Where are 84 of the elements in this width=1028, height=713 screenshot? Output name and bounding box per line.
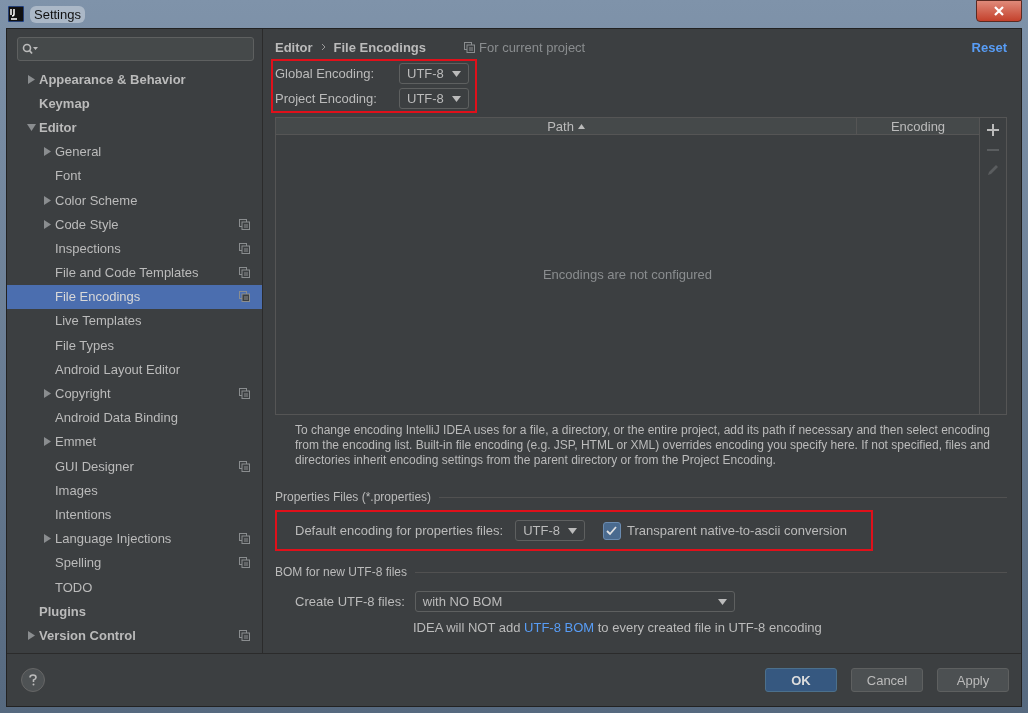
- encoding-dropdown[interactable]: UTF-8: [515, 520, 585, 541]
- tree-item[interactable]: Font: [7, 163, 262, 188]
- tree-item[interactable]: Inspections: [7, 236, 262, 261]
- field-label: Create UTF-8 files:: [295, 594, 405, 609]
- column-header[interactable]: Path: [276, 118, 857, 134]
- caret-icon: [451, 95, 461, 102]
- tree-item[interactable]: Spelling: [7, 550, 262, 575]
- collapsed-arrow-icon[interactable]: [42, 437, 52, 447]
- help-button[interactable]: [21, 668, 45, 692]
- close-button[interactable]: [976, 0, 1022, 22]
- copy-icon: [239, 629, 250, 641]
- tree-item[interactable]: Color Scheme: [7, 187, 262, 213]
- copy-icon: [464, 41, 476, 53]
- help-icon: [29, 674, 37, 686]
- tree-item[interactable]: Emmet: [7, 429, 262, 454]
- copy-icon: [239, 267, 250, 279]
- app-logo-icon: [8, 6, 24, 22]
- tree-item[interactable]: Copyright: [7, 381, 262, 406]
- field-label: Default encoding for properties files:: [295, 523, 504, 538]
- collapsed-arrow-icon[interactable]: [26, 74, 36, 84]
- tree-item[interactable]: Android Data Binding: [7, 405, 262, 430]
- tree-item[interactable]: Version Control: [7, 623, 262, 648]
- caret-icon: [567, 527, 577, 534]
- breadcrumb-item: Editor: [275, 39, 313, 55]
- tree-item[interactable]: File and Code Templates: [7, 260, 262, 285]
- search-field[interactable]: [17, 37, 254, 61]
- bom-link[interactable]: UTF-8 BOM: [524, 620, 595, 635]
- breadcrumb-item: File Encodings: [333, 39, 427, 55]
- window-title: Settings: [30, 5, 85, 23]
- copy-icon: [239, 291, 250, 303]
- encoding-dropdown[interactable]: UTF-8: [399, 88, 469, 109]
- tree-item[interactable]: TODO: [7, 574, 262, 600]
- field-label: Global Encoding:: [275, 66, 375, 81]
- tree-item[interactable]: Keymap: [7, 91, 262, 116]
- encoding-dropdown[interactable]: UTF-8: [399, 63, 469, 84]
- tree-item[interactable]: General: [7, 139, 262, 164]
- tree-item[interactable]: Intentions: [7, 502, 262, 527]
- tree-item[interactable]: Language Injections: [7, 526, 262, 551]
- caret-icon: [717, 598, 727, 605]
- tree-item[interactable]: GUI Designer: [7, 454, 262, 479]
- tree-item[interactable]: Plugins: [7, 599, 262, 624]
- description-text: To change encoding IntelliJ IDEA uses for a file, a directory, or the entire project, add its path if necessary and then select encoding from the encoding list. Built-in file encoding (e.g. JSP, HTML or XML) overrides encoding you specify here. If not specified, files and directories inherit encoding settings from the parent directory or from the Project Encoding.: [295, 423, 991, 468]
- copy-icon: [239, 557, 250, 569]
- dialog-button[interactable]: Apply: [937, 668, 1009, 692]
- caret-icon: [451, 70, 461, 77]
- section-title: Properties Files (*.properties): [275, 490, 432, 504]
- bom-dropdown[interactable]: with NO BOM: [414, 591, 735, 612]
- tree-item[interactable]: Android Layout Editor: [7, 357, 262, 382]
- copy-icon: [239, 242, 250, 254]
- reset-link[interactable]: Reset: [971, 39, 1007, 55]
- section-title: BOM for new UTF-8 files: [275, 565, 408, 579]
- search-icon: [22, 43, 38, 55]
- copy-icon: [239, 218, 250, 230]
- scope-label: For current project: [479, 39, 586, 55]
- info-text: IDEA will NOT add UTF-8 BOM to every created file in UTF-8 encoding: [413, 620, 823, 635]
- tree-item[interactable]: Editor: [7, 115, 262, 140]
- copy-icon: [239, 388, 250, 400]
- tree-item[interactable]: Images: [7, 478, 262, 503]
- checkbox[interactable]: [602, 521, 621, 540]
- collapsed-arrow-icon[interactable]: [42, 389, 52, 399]
- tree-item[interactable]: File Types: [7, 333, 262, 358]
- add-icon[interactable]: [987, 124, 999, 136]
- tree-item[interactable]: File Encodings: [7, 284, 262, 309]
- column-header[interactable]: Encoding: [857, 118, 979, 134]
- ok-button[interactable]: OK: [765, 668, 837, 692]
- sort-up-icon: [577, 123, 585, 129]
- copy-icon: [239, 533, 250, 545]
- tree-item[interactable]: Live Templates: [7, 308, 262, 334]
- chevron-icon: [320, 43, 326, 51]
- checkbox-label: Transparent native-to-ascii conversion: [626, 523, 847, 538]
- check-icon: [606, 525, 618, 536]
- tree-item[interactable]: Code Style: [7, 212, 262, 237]
- close-icon: [994, 6, 1004, 16]
- dialog-button[interactable]: Cancel: [851, 668, 923, 692]
- collapsed-arrow-icon[interactable]: [42, 219, 52, 229]
- expanded-arrow-icon[interactable]: [26, 122, 36, 132]
- collapsed-arrow-icon[interactable]: [42, 534, 52, 544]
- empty-message: Encodings are not configured: [542, 267, 713, 282]
- collapsed-arrow-icon[interactable]: [42, 195, 52, 205]
- tree-item[interactable]: Appearance & Behavior: [7, 67, 262, 92]
- collapsed-arrow-icon[interactable]: [42, 147, 52, 157]
- collapsed-arrow-icon[interactable]: [26, 630, 36, 640]
- field-label: Project Encoding:: [275, 91, 378, 106]
- copy-icon: [239, 460, 250, 472]
